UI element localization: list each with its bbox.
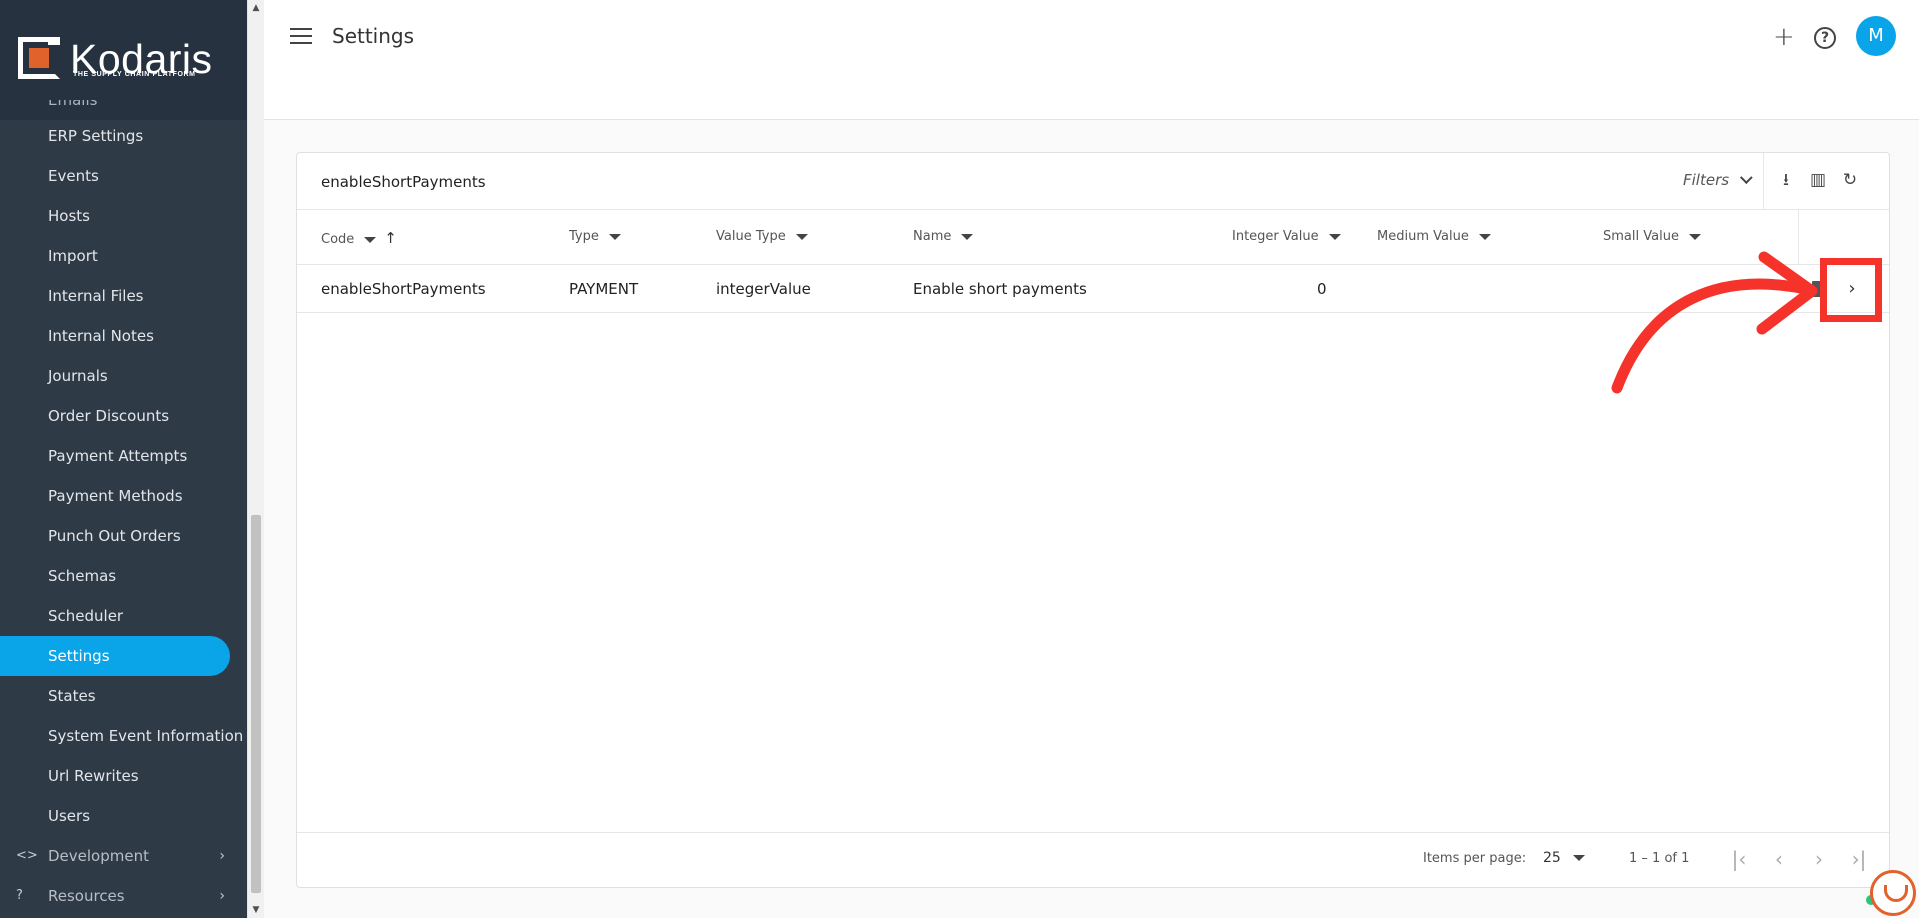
dropdown-icon — [1572, 855, 1585, 861]
dropdown-icon[interactable] — [1688, 233, 1701, 240]
sidebar-scrollbar[interactable]: ▲ ▼ — [247, 0, 264, 918]
kodaris-logo-icon — [18, 37, 60, 79]
dropdown-icon[interactable] — [608, 233, 621, 240]
dropdown-icon[interactable] — [1478, 233, 1491, 240]
help-icon[interactable]: ? — [1814, 27, 1836, 49]
scroll-up-icon[interactable]: ▲ — [250, 2, 262, 14]
sidebar-section-label: Resources — [48, 887, 125, 905]
chat-icon[interactable] — [1870, 870, 1916, 916]
sidebar-section-label: Development — [48, 847, 149, 865]
chevron-right-icon: › — [219, 888, 225, 904]
refresh-icon[interactable]: ↻ — [1839, 169, 1861, 191]
cell-value-type: integerValue — [716, 280, 811, 298]
previous-page-icon[interactable]: ‹ — [1767, 847, 1791, 871]
sidebar-item-system-event-information[interactable]: System Event Information — [0, 716, 247, 756]
items-per-page-label: Items per page: — [1423, 851, 1527, 866]
cell-name: Enable short payments — [913, 280, 1087, 298]
code-icon: <> — [16, 848, 38, 863]
annotation-highlight-box — [1820, 258, 1882, 322]
cell-code: enableShortPayments — [321, 280, 486, 298]
app-header: Settings + ? M — [264, 0, 1919, 120]
menu-icon[interactable] — [290, 28, 312, 46]
sidebar-item-events[interactable]: Events — [0, 156, 247, 196]
settings-table-card: Filters ⭳ ▥ ↻ Code↑ Type Value Type Name… — [296, 152, 1890, 888]
sidebar-item-schemas[interactable]: Schemas — [0, 556, 247, 596]
dropdown-icon[interactable] — [795, 233, 808, 240]
column-header-small-value[interactable]: Small Value — [1603, 229, 1701, 244]
column-header-name[interactable]: Name — [913, 229, 974, 244]
dropdown-icon[interactable] — [364, 236, 377, 243]
page-title: Settings — [332, 24, 415, 48]
sidebar-item-url-rewrites[interactable]: Url Rewrites — [0, 756, 247, 796]
column-header-type[interactable]: Type — [569, 229, 621, 244]
sidebar-item-order-discounts[interactable]: Order Discounts — [0, 396, 247, 436]
sidebar: Kodaris THE SUPPLY CHAIN PLATFORM Emails… — [0, 0, 247, 918]
avatar[interactable]: M — [1856, 16, 1896, 56]
chevron-down-icon — [1740, 171, 1753, 185]
sidebar-section-development[interactable]: <> Development › — [0, 836, 247, 876]
sidebar-item-states[interactable]: States — [0, 676, 247, 716]
first-page-icon[interactable]: |‹ — [1727, 847, 1751, 871]
filters-label: Filters — [1683, 171, 1730, 189]
cell-type: PAYMENT — [569, 280, 639, 298]
scrollbar-thumb[interactable] — [251, 515, 261, 893]
sort-ascending-icon[interactable]: ↑ — [384, 229, 397, 247]
last-page-icon[interactable]: ›| — [1847, 847, 1871, 871]
column-header-medium-value[interactable]: Medium Value — [1377, 229, 1491, 244]
sidebar-section-resources[interactable]: ? Resources › — [0, 876, 247, 916]
search-input[interactable] — [321, 169, 921, 195]
sidebar-item-settings[interactable]: Settings — [0, 636, 230, 676]
sidebar-item-scheduler[interactable]: Scheduler — [0, 596, 247, 636]
download-icon[interactable]: ⭳ — [1775, 169, 1797, 191]
sidebar-item-journals[interactable]: Journals — [0, 356, 247, 396]
pagination-bar: Items per page: 25 1 – 1 of 1 |‹ ‹ › ›| — [297, 832, 1889, 888]
sidebar-item-payment-methods[interactable]: Payment Methods — [0, 476, 247, 516]
sidebar-item-emails[interactable]: Emails — [0, 100, 247, 116]
sidebar-item-punch-out-orders[interactable]: Punch Out Orders — [0, 516, 247, 556]
sidebar-item-hosts[interactable]: Hosts — [0, 196, 247, 236]
add-icon[interactable]: + — [1773, 22, 1795, 52]
items-per-page-select[interactable]: 25 — [1543, 850, 1585, 866]
column-header-code[interactable]: Code ↑ — [321, 229, 397, 247]
column-header-value-type[interactable]: Value Type — [716, 229, 808, 244]
help-circle-icon: ? — [16, 888, 23, 903]
table-row[interactable]: enableShortPayments PAYMENT integerValue… — [297, 265, 1889, 313]
sidebar-item-payment-attempts[interactable]: Payment Attempts — [0, 436, 247, 476]
sidebar-nav: Emails ERP Settings Events Hosts Import … — [0, 100, 247, 916]
table-header: Code ↑ Type Value Type Name Integer Value… — [297, 210, 1889, 265]
brand-tagline: THE SUPPLY CHAIN PLATFORM — [73, 71, 196, 78]
column-header-integer-value[interactable]: Integer Value — [1232, 229, 1341, 244]
scroll-down-icon[interactable]: ▼ — [250, 904, 262, 916]
sidebar-item-internal-files[interactable]: Internal Files — [0, 276, 247, 316]
chevron-right-icon: › — [219, 848, 225, 864]
dropdown-icon[interactable] — [1328, 233, 1341, 240]
pagination-range: 1 – 1 of 1 — [1629, 851, 1690, 866]
next-page-icon[interactable]: › — [1807, 847, 1831, 871]
table-toolbar: Filters ⭳ ▥ ↻ — [297, 153, 1889, 210]
filters-dropdown[interactable]: Filters — [1683, 171, 1753, 189]
sidebar-item-import[interactable]: Import — [0, 236, 247, 276]
dropdown-icon[interactable] — [961, 233, 974, 240]
sidebar-item-erp-settings[interactable]: ERP Settings — [0, 116, 247, 156]
cell-integer-value: 0 — [1317, 280, 1327, 298]
sidebar-item-users[interactable]: Users — [0, 796, 247, 836]
sidebar-item-internal-notes[interactable]: Internal Notes — [0, 316, 247, 356]
columns-icon[interactable]: ▥ — [1807, 169, 1829, 191]
header-divider — [1798, 210, 1799, 265]
toolbar-divider — [1763, 153, 1764, 210]
